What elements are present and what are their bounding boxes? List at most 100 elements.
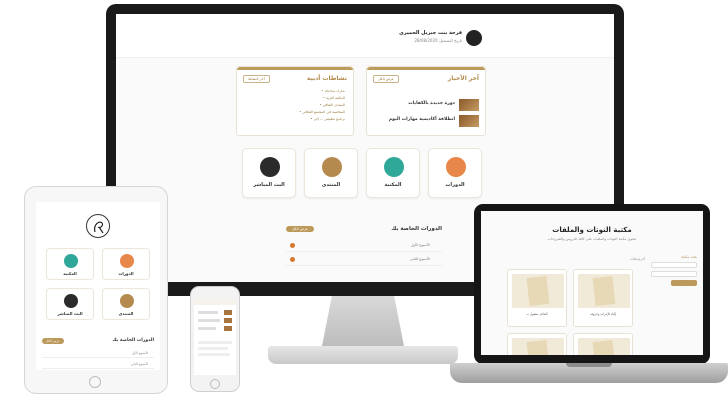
manuscript-icon [592, 340, 616, 355]
courses-heading: الدورات الخاصة بك [391, 226, 442, 232]
course-row[interactable]: الأسبوع الأول [286, 240, 442, 252]
card-accent-bar [237, 67, 353, 70]
content-line [198, 353, 230, 356]
courses-icon [120, 254, 134, 268]
courses-heading: الدورات الخاصة بك [112, 338, 154, 343]
course-row[interactable]: الأسبوع الثاني [286, 254, 442, 266]
tile-library[interactable]: المكتبة [46, 248, 94, 280]
news-thumbnail[interactable] [224, 310, 232, 315]
document-card[interactable] [507, 333, 567, 355]
news-card: آخر الأخبار عرض الكل دورة جديدة بالكفايا… [366, 66, 486, 136]
literary-title: نشاطات أدبية [306, 75, 347, 82]
news-line [198, 319, 220, 322]
tile-label: المنتدى [321, 182, 341, 188]
course-row[interactable]: الأسبوع الثاني [42, 359, 154, 369]
user-registration-date: تاريخ التسجيل 28/08/2020 [414, 38, 463, 43]
tile-label: الدورات [445, 182, 465, 188]
news-thumbnail[interactable] [459, 115, 479, 127]
literary-item[interactable]: • شارك نماذجك [321, 89, 345, 93]
manuscript-icon [526, 276, 550, 306]
monitor-stand-neck [322, 296, 404, 346]
monitor-stand-base [268, 346, 458, 364]
library-sidebar: بحث مكتبة [651, 255, 697, 315]
microphone-icon [64, 294, 78, 308]
laptop-notch [566, 363, 612, 367]
search-button[interactable] [671, 280, 697, 286]
literary-activities-card: نشاطات أدبية آخر النشاط • شارك نماذجك • … [236, 66, 354, 136]
document-thumbnail [512, 338, 564, 355]
document-card[interactable]: الفاعل مفعول به [507, 269, 567, 327]
document-thumbnail [578, 274, 630, 308]
phone-home-button[interactable] [210, 379, 220, 389]
news-item[interactable]: دورة جديدة بالكفايات [408, 101, 455, 106]
manuscript-icon [526, 340, 550, 355]
user-name: فرحة بنت جبريل الحميري [399, 30, 462, 36]
tile-live-stream[interactable]: البث المباشر [46, 288, 94, 320]
document-caption: إلياء الإعراب وحروفه [590, 312, 616, 316]
microphone-icon [260, 157, 280, 177]
tile-label: المنتدى [118, 311, 134, 316]
filter-label: آخر إضافات [630, 257, 645, 261]
course-name: الأسبوع الثاني [409, 257, 430, 261]
tablet-screen: الدورات المكتبة المنتدى البث المباشر الد… [36, 202, 160, 370]
literary-view-button[interactable]: آخر النشاط [243, 75, 270, 83]
literary-item[interactable]: • المنافسة في المجتمع الثقافي [299, 110, 345, 114]
news-view-all-button[interactable]: عرض الكل [373, 75, 399, 83]
phone-header [194, 299, 236, 305]
laptop-screen: مكتبة النوتات والملفات تحتوي مكتبة النوت… [481, 211, 703, 355]
library-icon [384, 157, 404, 177]
calligraphy-logo-icon [86, 214, 110, 238]
course-status-dot [290, 257, 295, 262]
news-title: آخر الأخبار [447, 75, 479, 82]
literary-item[interactable]: • المكتبة الثرية [323, 96, 345, 100]
tile-courses[interactable]: الدورات [102, 248, 150, 280]
sidebar-heading: بحث مكتبة [681, 255, 697, 259]
news-line [198, 311, 218, 314]
literary-item[interactable]: • المنتدى الثقافي [319, 103, 345, 107]
phone-screen [194, 299, 236, 375]
library-subtitle: تحتوي مكتبة النوتات والملفات على كافة ال… [547, 237, 637, 241]
course-name: الأسبوع الأول [410, 243, 430, 247]
content-line [198, 341, 232, 344]
manuscript-icon [592, 276, 616, 306]
document-thumbnail [512, 274, 564, 308]
library-icon [64, 254, 78, 268]
desktop-header: فرحة بنت جبريل الحميري تاريخ التسجيل 28/… [116, 14, 614, 58]
news-thumbnail[interactable] [224, 318, 232, 323]
news-line [198, 327, 216, 330]
document-card[interactable]: إلياء الإعراب وحروفه [573, 269, 633, 327]
tile-label: المكتبة [384, 182, 402, 188]
tile-label: الدورات [118, 271, 134, 276]
user-avatar-icon[interactable] [466, 30, 482, 46]
forum-icon [120, 294, 134, 308]
tile-forum[interactable]: المنتدى [102, 288, 150, 320]
search-input[interactable] [651, 262, 697, 268]
course-name: الأسبوع الثاني [130, 362, 148, 366]
tile-library[interactable]: المكتبة [366, 148, 420, 198]
courses-view-all-button[interactable]: عرض الكل [42, 338, 64, 344]
document-card[interactable] [573, 333, 633, 355]
forum-icon [322, 157, 342, 177]
tile-courses[interactable]: الدورات [428, 148, 482, 198]
news-item[interactable]: انطلاقة أكاديمية مهارات اليوم [389, 117, 455, 122]
news-thumbnail[interactable] [224, 326, 232, 331]
document-caption: الفاعل مفعول به [526, 312, 548, 316]
news-thumbnail[interactable] [459, 99, 479, 111]
tile-label: البث المباشر [57, 311, 83, 316]
content-line [198, 347, 228, 350]
course-name: الأسبوع الأول [131, 351, 148, 355]
card-accent-bar [367, 67, 485, 70]
courses-view-all-button[interactable]: عرض الكل [286, 226, 314, 232]
course-status-dot [290, 243, 295, 248]
tile-label: المكتبة [63, 271, 77, 276]
library-title: مكتبة النوتات والملفات [552, 226, 632, 234]
filter-input[interactable] [651, 271, 697, 277]
tile-live-stream[interactable]: البث المباشر [242, 148, 296, 198]
tile-forum[interactable]: المنتدى [304, 148, 358, 198]
tile-label: البث المباشر [253, 182, 285, 188]
courses-icon [446, 157, 466, 177]
document-thumbnail [578, 338, 630, 355]
literary-item[interactable]: • برنامج تطبيقي ... إلى [310, 117, 345, 121]
tablet-home-button[interactable] [89, 376, 101, 388]
course-row[interactable]: الأسبوع الأول [42, 348, 154, 358]
